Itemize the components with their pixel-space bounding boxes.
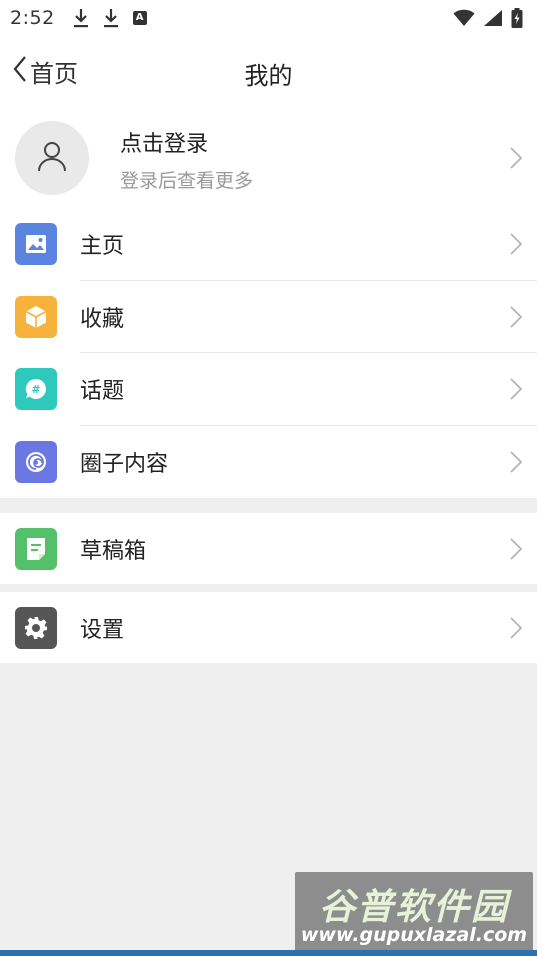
- app-header: 首页 我的: [0, 36, 537, 108]
- gear-icon: [15, 606, 57, 649]
- avatar[interactable]: [15, 121, 89, 195]
- chevron-right-icon: [509, 146, 523, 170]
- chevron-right-icon: [509, 537, 523, 561]
- battery-icon: [511, 8, 523, 28]
- menu-item-circle-content[interactable]: 圈子内容: [0, 426, 537, 499]
- menu-item-label: 收藏: [80, 306, 125, 332]
- a-notification-icon: A: [132, 11, 147, 25]
- user-icon: [37, 140, 67, 176]
- download-icon: [73, 8, 89, 28]
- status-bar: 2:52 A: [0, 0, 537, 36]
- watermark-url: www.gupuxlazal.com: [300, 924, 528, 946]
- download-icon: [103, 8, 119, 28]
- watermark-name: 谷普软件园: [318, 887, 509, 928]
- menu-item-label: 设置: [80, 617, 125, 643]
- menu-item-label: 主页: [80, 234, 125, 260]
- login-title: 点击登录: [120, 132, 209, 157]
- page-title: 我的: [244, 62, 293, 90]
- menu-item-label: 圈子内容: [80, 451, 169, 477]
- menu-item-settings[interactable]: 设置: [0, 592, 537, 663]
- taskbar-strip: [0, 950, 537, 956]
- watermark: 谷普软件园 www.gupuxlazal.com: [295, 872, 533, 952]
- chevron-right-icon: [509, 616, 523, 640]
- circle-swirl-icon: [15, 440, 57, 483]
- menu-group-settings: 设置: [0, 592, 537, 663]
- cube-icon: [15, 295, 57, 338]
- menu-group-main: 主页 收藏 # 话题 圈子内容: [0, 208, 537, 498]
- wifi-icon: [453, 9, 475, 27]
- topic-bubble-icon: #: [15, 368, 57, 411]
- chevron-right-icon: [509, 377, 523, 401]
- signal-icon: [483, 9, 503, 27]
- menu-item-topics[interactable]: # 话题: [0, 353, 537, 426]
- draft-note-icon: [15, 527, 57, 570]
- menu-group-drafts: 草稿箱: [0, 513, 537, 584]
- menu-item-favorites[interactable]: 收藏: [0, 281, 537, 353]
- chevron-right-icon: [509, 305, 523, 329]
- menu-item-label: 草稿箱: [80, 538, 147, 564]
- status-time: 2:52: [10, 7, 55, 29]
- image-icon: [15, 223, 57, 266]
- chevron-right-icon: [509, 450, 523, 474]
- menu-item-home[interactable]: 主页: [0, 208, 537, 281]
- login-card[interactable]: 点击登录 登录后查看更多: [0, 108, 537, 208]
- menu-item-label: 话题: [80, 379, 125, 405]
- login-subtitle: 登录后查看更多: [120, 170, 254, 192]
- chevron-right-icon: [509, 232, 523, 256]
- menu-item-drafts[interactable]: 草稿箱: [0, 513, 537, 584]
- svg-text:#: #: [31, 383, 40, 396]
